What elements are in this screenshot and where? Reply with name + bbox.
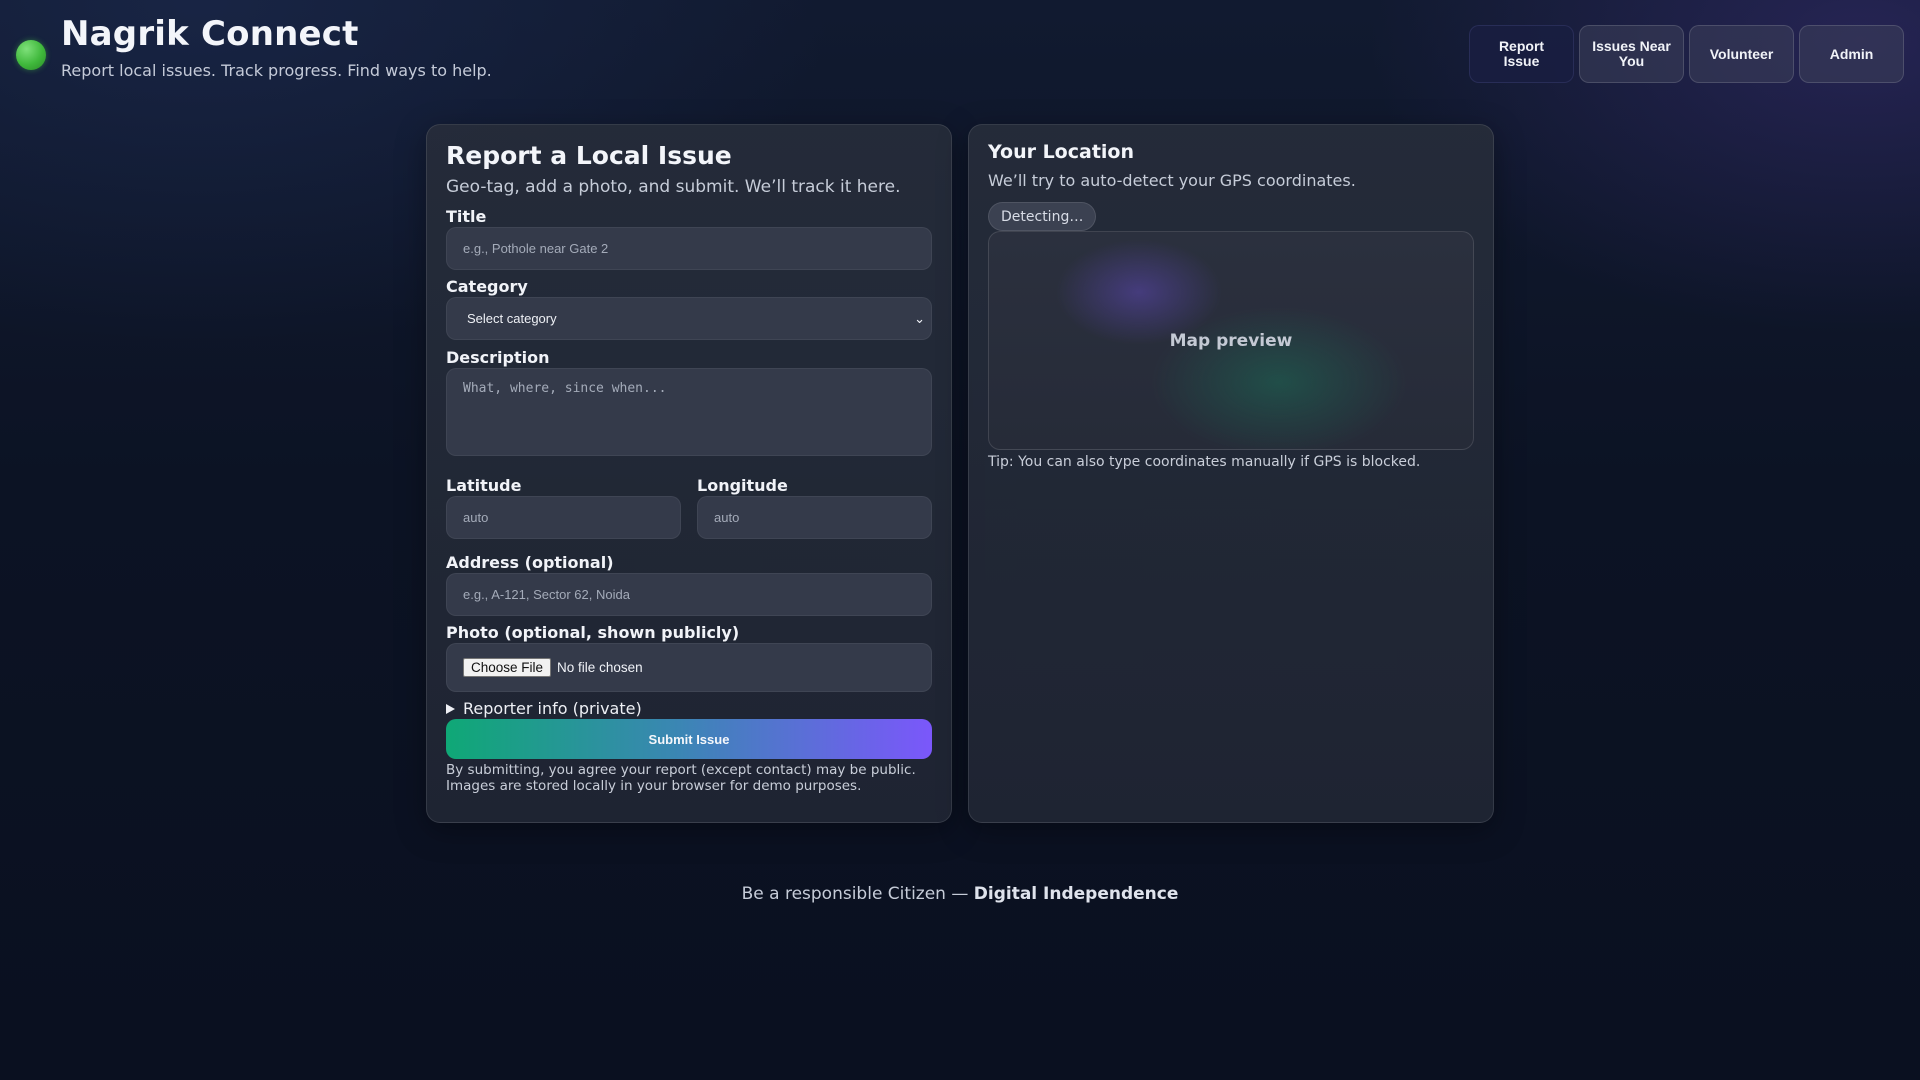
footer-emphasis: Digital Independence (973, 884, 1179, 904)
address-input[interactable] (446, 573, 932, 616)
app-header: Nagrik Connect Report local issues. Trac… (0, 0, 1920, 100)
photo-file-input[interactable]: Choose File No file chosen (446, 643, 932, 692)
logo-icon (16, 40, 46, 70)
nav-report-issue-button[interactable]: Report Issue (1469, 25, 1574, 83)
location-tip: Tip: You can also type coordinates manua… (988, 454, 1421, 470)
form-title: Report a Local Issue (446, 141, 732, 170)
nav-issues-near-you-button[interactable]: Issues Near You (1579, 25, 1684, 83)
disclaimer-line-1: By submitting, you agree your report (ex… (446, 762, 916, 778)
map-preview-label: Map preview (1169, 330, 1293, 351)
reporter-info-label: Reporter info (private) (463, 699, 642, 718)
longitude-input[interactable] (697, 496, 932, 539)
photo-label: Photo (optional, shown publicly) (446, 623, 740, 642)
app-tagline: Report local issues. Track progress. Fin… (61, 61, 492, 80)
disclaimer-line-2: Images are stored locally in your browse… (446, 778, 862, 794)
address-label: Address (optional) (446, 553, 614, 572)
description-label: Description (446, 348, 550, 367)
location-card: Your Location We’ll try to auto-detect y… (968, 124, 1494, 823)
latitude-label: Latitude (446, 476, 522, 495)
file-status: No file chosen (557, 660, 643, 675)
title-label: Title (446, 207, 487, 226)
category-label: Category (446, 277, 528, 296)
choose-file-button[interactable]: Choose File (463, 658, 552, 677)
longitude-label: Longitude (697, 476, 788, 495)
nav-admin-button[interactable]: Admin (1799, 25, 1904, 83)
disclosure-triangle-icon (446, 703, 455, 714)
category-select[interactable]: Select category ⌄ (446, 297, 932, 340)
map-preview[interactable]: Map preview (988, 231, 1474, 450)
latitude-input[interactable] (446, 496, 681, 539)
reporter-info-toggle[interactable]: Reporter info (private) (446, 699, 642, 718)
report-issue-card: Report a Local Issue Geo-tag, add a phot… (426, 124, 952, 823)
form-subtitle: Geo-tag, add a photo, and submit. We’ll … (446, 177, 901, 197)
description-textarea[interactable] (446, 368, 932, 456)
nav-volunteer-button[interactable]: Volunteer (1689, 25, 1794, 83)
app-title: Nagrik Connect (61, 14, 359, 54)
gps-status-badge: Detecting… (988, 202, 1097, 231)
location-subtitle: We’ll try to auto-detect your GPS coordi… (988, 171, 1356, 190)
main-nav: Report Issue Issues Near You Volunteer A… (1469, 25, 1904, 83)
chevron-down-icon: ⌄ (914, 310, 925, 326)
footer-text: Be a responsible Citizen — (741, 884, 974, 904)
category-selected-value: Select category (467, 311, 557, 326)
title-input[interactable] (446, 227, 932, 270)
submit-issue-button[interactable]: Submit Issue (446, 719, 932, 759)
location-title: Your Location (988, 141, 1134, 163)
page-footer: Be a responsible Citizen — Digital Indep… (0, 884, 1920, 904)
